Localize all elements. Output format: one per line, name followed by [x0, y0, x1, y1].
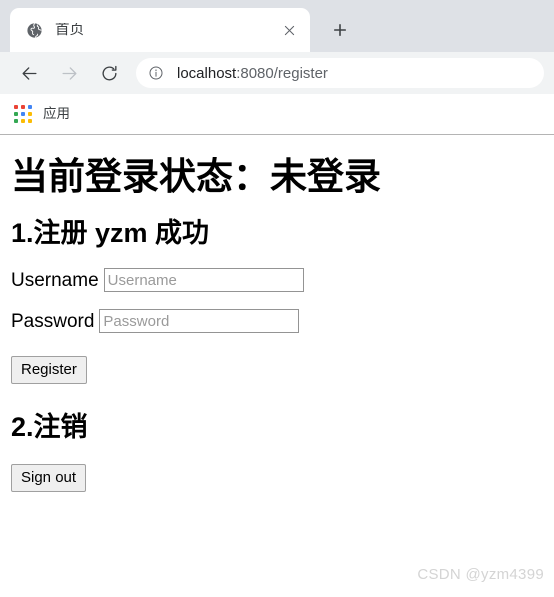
info-circle-icon[interactable]	[148, 65, 164, 81]
sign-out-button[interactable]: Sign out	[11, 464, 87, 493]
bookmark-item-apps[interactable]: 应用	[14, 101, 76, 127]
signout-section-heading: 2.注销	[11, 412, 88, 443]
password-input[interactable]	[99, 309, 300, 334]
bookmark-label: 应用	[43, 106, 70, 122]
bookmarks-bar: 应用	[0, 94, 554, 135]
tab-strip: 首页	[0, 0, 554, 52]
watermark: CSDN @yzm4399	[417, 566, 544, 583]
username-field-row: Username	[11, 268, 546, 293]
browser-tab[interactable]: 首页	[10, 8, 310, 52]
new-tab-button[interactable]	[324, 14, 356, 46]
address-bar[interactable]: localhost:8080/register	[136, 58, 544, 88]
login-status-heading: 当前登录状态：未登录	[11, 156, 381, 197]
tab-title: 首页	[55, 22, 84, 38]
browser-toolbar: localhost:8080/register	[0, 52, 554, 94]
reload-icon[interactable]	[94, 58, 124, 88]
url-text: localhost:8080/register	[177, 66, 328, 81]
apps-grid-icon	[14, 105, 32, 123]
username-label: Username	[11, 269, 99, 291]
username-input[interactable]	[103, 268, 304, 293]
url-path: :8080/register	[236, 64, 328, 82]
register-button[interactable]: Register	[11, 356, 87, 385]
globe-icon	[26, 22, 43, 39]
page-content: 当前登录状态：未登录 1.注册 yzm 成功 Username Password…	[0, 156, 554, 597]
close-icon[interactable]	[278, 19, 300, 41]
url-host: localhost	[177, 64, 237, 82]
password-field-row: Password	[11, 309, 546, 334]
forward-arrow-icon	[54, 58, 84, 88]
register-section-heading: 1.注册 yzm 成功	[11, 218, 210, 249]
browser-window: 首页 localhost:8080/register 应用 当前登录状态：未登录…	[0, 0, 554, 597]
back-arrow-icon[interactable]	[14, 58, 44, 88]
password-label: Password	[11, 310, 95, 332]
